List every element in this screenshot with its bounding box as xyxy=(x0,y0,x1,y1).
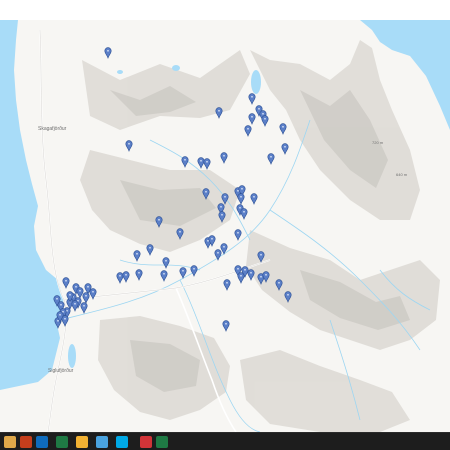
app-yellow-icon[interactable] xyxy=(76,436,88,448)
browser-icon[interactable] xyxy=(96,436,108,448)
powerpoint-icon[interactable] xyxy=(20,436,32,448)
map-label-town-2: Siglufjörður xyxy=(48,367,74,374)
map-label-elev-2: 640 m xyxy=(396,172,408,177)
app-window: Skagafjörður Siglufjörður 720 m 640 m xyxy=(0,0,450,450)
map-canvas[interactable]: Skagafjörður Siglufjörður 720 m 640 m xyxy=(0,20,450,432)
top-bar xyxy=(0,0,450,21)
excel-icon[interactable] xyxy=(56,436,68,448)
start-icon[interactable] xyxy=(4,436,16,448)
app-red-icon[interactable] xyxy=(140,436,152,448)
skype-icon[interactable] xyxy=(116,436,128,448)
taskbar xyxy=(0,432,450,450)
excel-icon-2[interactable] xyxy=(156,436,168,448)
map-label-town-1: Skagafjörður xyxy=(38,125,67,132)
map-label-elev-1: 720 m xyxy=(372,140,384,145)
outlook-icon[interactable] xyxy=(36,436,48,448)
